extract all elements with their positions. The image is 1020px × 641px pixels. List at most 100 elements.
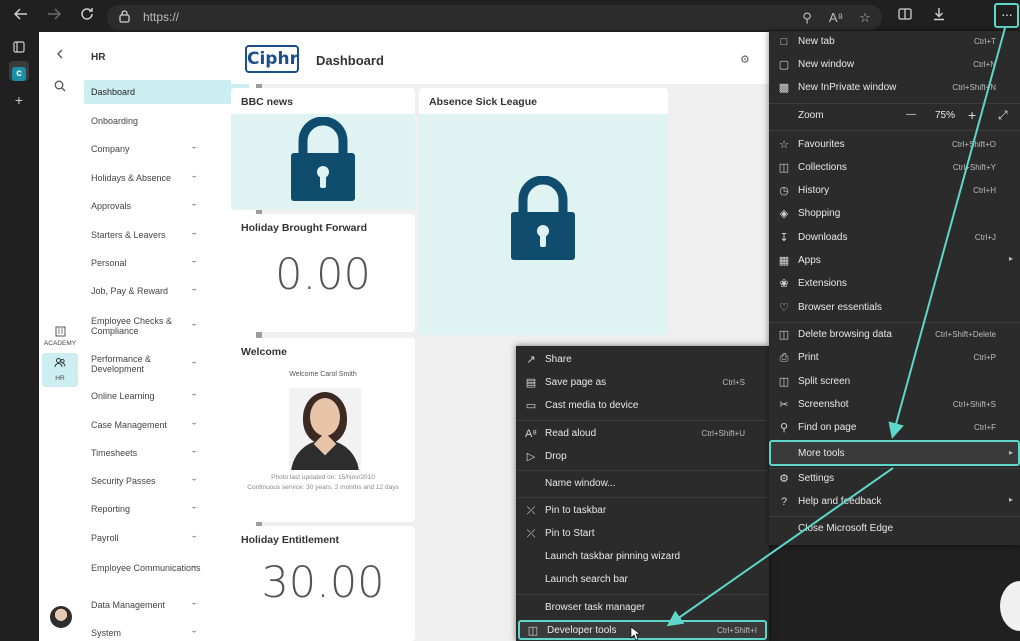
card-title: BBC news (241, 96, 293, 108)
chevron-down-icon[interactable]: ⌄ (190, 172, 198, 179)
nav-item-personal[interactable]: Personal ⌄ (84, 257, 204, 268)
chevron-down-icon[interactable]: ⌄ (190, 200, 198, 207)
chevron-down-icon[interactable]: ⌄ (190, 229, 198, 236)
chevron-down-icon[interactable]: ⌄ (190, 390, 198, 397)
chevron-down-icon[interactable]: ⌄ (190, 503, 198, 510)
chevron-down-icon[interactable]: ⌄ (190, 447, 198, 454)
menu-item-new-window[interactable]: ▢ New window Ctrl+N (769, 54, 1020, 76)
nav-item-holidays-absence[interactable]: Holidays & Absence ⌄ (84, 172, 204, 183)
settings-and-more-button[interactable]: ··· (994, 3, 1019, 28)
menu-item-new-tab[interactable]: □ New tab Ctrl+T (769, 31, 1020, 53)
menu-item-print[interactable]: ⎙ Print Ctrl+P (769, 347, 1020, 369)
menu-item-downloads[interactable]: ↧ Downloads Ctrl+J (769, 227, 1020, 249)
nav-item-label: Starters & Leavers (91, 230, 166, 240)
nav-item-approvals[interactable]: Approvals ⌄ (84, 200, 204, 211)
menu-item-extensions[interactable]: ❀ Extensions (769, 273, 1020, 295)
user-avatar[interactable] (50, 606, 72, 628)
nav-item-performance-development[interactable]: Performance & Development ⌄ (84, 354, 204, 374)
menu-item-split-screen[interactable]: ◫ Split screen (769, 371, 1020, 393)
menu-item-new-inprivate[interactable]: ▩ New InPrivate window Ctrl+Shift+N (769, 77, 1020, 99)
chevron-down-icon[interactable]: ⌄ (190, 532, 198, 539)
menu-item-collections[interactable]: ◫ Collections Ctrl+Shift+Y (769, 157, 1020, 179)
refresh-button[interactable] (75, 5, 99, 29)
nav-item-label: Online Learning (91, 391, 155, 401)
nav-item-starters-leavers[interactable]: Starters & Leavers ⌄ (84, 229, 204, 240)
menu-item-share[interactable]: ↗ Share (516, 349, 769, 371)
menu-item-favourites[interactable]: ☆ Favourites Ctrl+Shift+O (769, 134, 1020, 156)
menu-item-developer-tools[interactable]: ◫ Developer tools Ctrl+Shift+I (518, 620, 767, 640)
menu-item-save-page[interactable]: ▤ Save page as Ctrl+S (516, 372, 769, 394)
nav-item-job-pay-reward[interactable]: Job, Pay & Reward ⌄ (84, 285, 204, 296)
chevron-down-icon[interactable]: ⌄ (190, 320, 198, 327)
read-aloud-icon[interactable]: A⁸ (825, 7, 847, 29)
menu-item-launch-search[interactable]: Launch search bar (516, 569, 769, 591)
back-button[interactable] (9, 5, 33, 29)
menu-item-help-feedback[interactable]: ? Help and feedback ▸ (769, 491, 1020, 513)
downloads-button[interactable] (927, 5, 951, 29)
nav-item-payroll[interactable]: Payroll ⌄ (84, 532, 204, 543)
more-tools-submenu: ↗ Share ▤ Save page as Ctrl+S ▭ Cast media t… (516, 346, 769, 641)
nav-item-reporting[interactable]: Reporting ⌄ (84, 503, 204, 514)
menu-item-name-window[interactable]: Name window... (516, 473, 769, 495)
nav-item-security-passes[interactable]: Security Passes ⌄ (84, 475, 204, 486)
tab-ciphr[interactable]: c (9, 61, 29, 81)
nav-item-case-management[interactable]: Case Management ⌄ (84, 419, 204, 430)
zoom-in-button[interactable]: + (968, 107, 976, 123)
address-bar[interactable]: https:// ⚲ A⁸ ☆ (107, 5, 882, 30)
hr-module-button[interactable]: HR (42, 353, 78, 387)
chevron-down-icon[interactable]: ⌄ (190, 627, 198, 634)
favourite-star-icon[interactable]: ☆ (854, 7, 876, 29)
menu-item-launch-wizard[interactable]: Launch taskbar pinning wizard (516, 546, 769, 568)
chevron-down-icon[interactable]: ⌄ (190, 475, 198, 482)
menu-item-close-edge[interactable]: Close Microsoft Edge (769, 518, 1020, 540)
menu-item-shopping[interactable]: ◈ Shopping (769, 203, 1020, 225)
search-icon[interactable] (50, 78, 70, 98)
nav-item-onboarding[interactable]: Onboarding (84, 116, 204, 126)
nav-item-system[interactable]: System ⌄ (84, 627, 204, 638)
collapse-chevron-icon[interactable] (50, 45, 70, 65)
menu-item-delete-browsing-data[interactable]: ◫ Delete browsing data Ctrl+Shift+Delete (769, 324, 1020, 346)
menu-item-drop[interactable]: ▷ Drop (516, 446, 769, 468)
menu-item-find-on-page[interactable]: ⚲ Find on page Ctrl+F (769, 417, 1020, 439)
chevron-down-icon[interactable]: ⌄ (190, 599, 198, 606)
menu-item-more-tools[interactable]: More tools ▸ (769, 440, 1020, 466)
menu-item-history[interactable]: ◷ History Ctrl+H (769, 180, 1020, 202)
nav-item-data-management[interactable]: Data Management ⌄ (84, 599, 204, 610)
ciphr-logo[interactable]: Ciphr (245, 45, 299, 73)
chevron-down-icon[interactable]: ⌄ (190, 143, 198, 150)
zoom-icon[interactable]: ⚲ (796, 7, 818, 29)
help-icon: ? (780, 496, 788, 508)
split-screen-icon: ◫ (778, 376, 790, 388)
menu-item-read-aloud[interactable]: A⁸ Read aloud Ctrl+Shift+U (516, 423, 769, 445)
dashboard-settings-gear-icon[interactable]: ⚙ (740, 53, 754, 67)
menu-item-cast[interactable]: ▭ Cast media to device (516, 395, 769, 417)
chevron-down-icon[interactable]: ⌄ (190, 358, 198, 365)
chevron-down-icon[interactable]: ⌄ (190, 257, 198, 264)
chevron-down-icon[interactable]: ⌄ (190, 419, 198, 426)
academy-label[interactable]: ACADEMY (39, 340, 81, 347)
chevron-down-icon[interactable]: ⌄ (190, 285, 198, 292)
menu-item-browser-essentials[interactable]: ♡ Browser essentials (769, 297, 1020, 319)
menu-item-screenshot[interactable]: ✂ Screenshot Ctrl+Shift+S (769, 394, 1020, 416)
menu-item-pin-taskbar[interactable]: ⤫ Pin to taskbar (516, 500, 769, 522)
nav-item-company[interactable]: Company ⌄ (84, 143, 204, 154)
chevron-down-icon[interactable]: ⌄ (190, 562, 198, 569)
menu-item-pin-start[interactable]: ⤫ Pin to Start (516, 523, 769, 545)
forward-button[interactable] (42, 5, 66, 29)
menu-item-task-manager[interactable]: Browser task manager (516, 597, 769, 619)
fullscreen-icon[interactable]: ⤢ (998, 108, 1008, 123)
menu-item-apps[interactable]: ▦ Apps ▸ (769, 250, 1020, 272)
tab-actions-icon[interactable] (9, 38, 29, 58)
nav-item-employee-checks-compliance[interactable]: Employee Checks & Compliance ⌄ (84, 316, 204, 336)
menu-item-settings[interactable]: ⚙ Settings (769, 468, 1020, 490)
zoom-out-button[interactable]: — (906, 109, 916, 120)
extensions-button[interactable] (960, 5, 984, 29)
url-text[interactable]: https:// (143, 10, 179, 24)
nav-item-timesheets[interactable]: Timesheets ⌄ (84, 447, 204, 458)
new-tab-plus-icon[interactable]: + (9, 90, 29, 110)
nav-item-online-learning[interactable]: Online Learning ⌄ (84, 390, 204, 401)
split-screen-button[interactable] (893, 5, 917, 29)
nav-item-employee-communications[interactable]: Employee Communications ⌄ (84, 562, 204, 573)
nav-item-dashboard[interactable]: Dashboard (84, 80, 249, 104)
padlock-icon[interactable] (119, 10, 130, 23)
